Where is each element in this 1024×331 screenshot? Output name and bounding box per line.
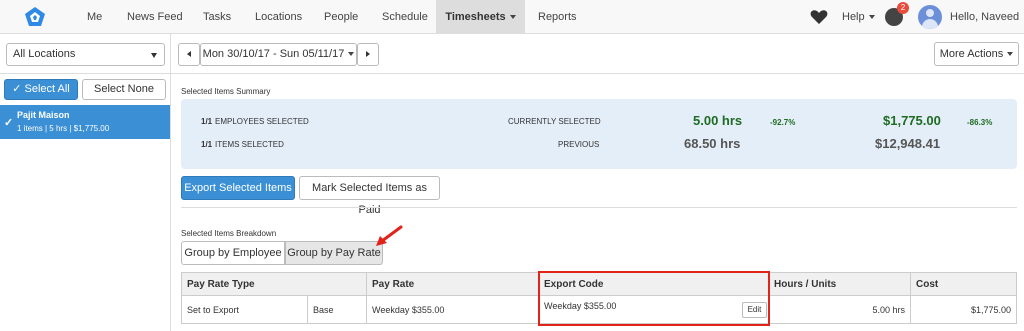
location-select[interactable]: All Locations — [6, 43, 165, 66]
currently-selected-label: CURRENTLY SELECTED — [508, 117, 601, 126]
sidebar-divider — [170, 34, 171, 331]
summary-heading: Selected Items Summary — [181, 87, 271, 96]
prev-week-button[interactable] — [178, 43, 200, 66]
more-actions-button[interactable]: More Actions — [934, 42, 1019, 66]
cell-hours: 5.00 hrs — [768, 296, 911, 324]
chevron-down-icon — [868, 15, 875, 20]
select-none-button[interactable]: Select None — [82, 79, 166, 100]
header-hours-units[interactable]: Hours / Units — [768, 272, 911, 296]
header-cost[interactable]: Cost — [910, 272, 1017, 296]
nav-locations[interactable]: Locations — [255, 0, 302, 34]
hours-change-percent: -92.7% — [770, 118, 796, 127]
previous-hours: 68.50 hrs — [684, 136, 741, 151]
current-cost: $1,775.00 — [883, 113, 941, 128]
mark-paid-button[interactable]: Mark Selected Items as Paid — [299, 176, 440, 216]
date-range-picker[interactable]: Mon 30/10/17 - Sun 05/11/17 — [200, 43, 357, 66]
previous-cost: $12,948.41 — [875, 136, 941, 151]
items-fraction: 1/1 — [201, 140, 213, 149]
breakdown-heading: Selected Items Breakdown — [181, 229, 277, 238]
avatar[interactable] — [918, 5, 942, 29]
arrow-left-icon — [187, 51, 191, 57]
group-by-pay-rate-tab[interactable]: Group by Pay Rate — [285, 241, 383, 265]
divider — [0, 73, 1024, 74]
employee-list-item[interactable]: ✓ Pajit Maison 1 items | 5 hrs | $1,775.… — [0, 105, 170, 139]
group-by-employee-tab[interactable]: Group by Employee — [181, 241, 285, 265]
nav-news-feed[interactable]: News Feed — [127, 0, 183, 34]
nav-people[interactable]: People — [324, 0, 358, 34]
cell-pay-rate: Weekday $355.00 — [366, 296, 539, 324]
chevron-down-icon — [1007, 52, 1014, 57]
arrow-right-icon — [366, 51, 370, 57]
dropdown-arrow-icon — [151, 53, 157, 58]
nav-schedule[interactable]: Schedule — [382, 0, 428, 34]
cost-change-percent: -86.3% — [967, 118, 993, 127]
notification-badge: 2 — [897, 2, 909, 14]
nav-reports[interactable]: Reports — [538, 0, 577, 34]
employees-selected-label: EMPLOYEES SELECTED — [215, 117, 309, 126]
next-week-button[interactable] — [357, 43, 379, 66]
greeting-label: Hello, Naveed — [950, 11, 1020, 23]
cell-pay-rate-type: Set to Export — [181, 296, 308, 324]
logo-icon[interactable] — [24, 6, 46, 28]
location-select-value: All Locations — [13, 48, 76, 60]
date-range-label: Mon 30/10/17 - Sun 05/11/17 — [202, 48, 345, 60]
summary-panel: 1/1 EMPLOYEES SELECTED 1/1 ITEMS SELECTE… — [181, 99, 1017, 169]
employees-fraction: 1/1 — [201, 117, 213, 126]
highlight-annotation-box — [538, 271, 770, 326]
chevron-down-icon — [509, 15, 516, 20]
cell-pay-rate-sub: Base — [307, 296, 367, 324]
section-divider — [181, 207, 1017, 208]
previous-label: PREVIOUS — [558, 140, 600, 149]
nav-timesheets-label: Timesheets — [445, 11, 506, 23]
select-all-button[interactable]: ✓ Select All — [4, 79, 78, 100]
help-label: Help — [842, 11, 865, 23]
top-nav: Me News Feed Tasks Locations People Sche… — [0, 0, 1024, 54]
nav-me[interactable]: Me — [87, 0, 102, 34]
chevron-down-icon — [348, 52, 355, 57]
user-menu[interactable]: Hello, Naveed — [950, 0, 1024, 54]
more-actions-label: More Actions — [939, 48, 1004, 60]
current-hours: 5.00 hrs — [693, 113, 743, 128]
heart-icon[interactable] — [810, 9, 828, 25]
export-selected-button[interactable]: Export Selected Items — [181, 176, 295, 200]
nav-tasks[interactable]: Tasks — [203, 0, 231, 34]
checkmark-icon: ✓ — [4, 117, 14, 129]
employee-details: 1 items | 5 hrs | $1,775.00 — [17, 124, 110, 133]
items-selected-label: ITEMS SELECTED — [215, 140, 284, 149]
header-pay-rate-type[interactable]: Pay Rate Type — [181, 272, 367, 296]
cell-cost: $1,775.00 — [910, 296, 1017, 324]
employee-name: Pajit Maison — [17, 110, 70, 120]
red-arrow-annotation-icon — [376, 225, 403, 246]
header-pay-rate[interactable]: Pay Rate — [366, 272, 539, 296]
nav-timesheets[interactable]: Timesheets — [436, 0, 525, 34]
help-menu[interactable]: Help — [842, 0, 875, 34]
